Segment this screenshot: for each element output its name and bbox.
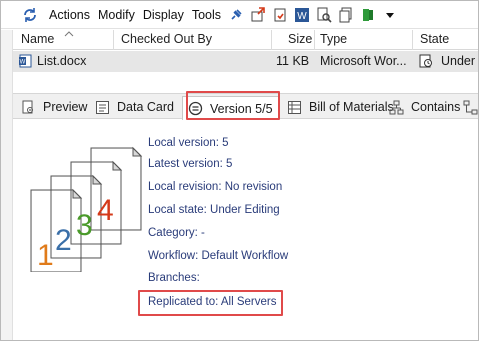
left-gutter	[1, 30, 13, 340]
size-cell: 11 KB	[276, 54, 310, 68]
tab-label: Version 5/5	[210, 101, 273, 116]
checkout-icon[interactable]	[249, 6, 267, 24]
branches-label: Branches:	[148, 272, 200, 284]
tab-where-used[interactable]	[463, 97, 478, 117]
menu-modify[interactable]: Modify	[94, 8, 139, 22]
file-name-cell: List.docx	[37, 54, 87, 68]
refresh-icon[interactable]	[21, 6, 39, 24]
local-revision-label: Local revision: No revision	[148, 181, 283, 193]
version-number-3: 3	[76, 209, 93, 242]
tab-data-card[interactable]: Data Card	[95, 97, 174, 117]
tab-version[interactable]: Version 5/5	[182, 96, 279, 120]
file-copy-icon[interactable]	[337, 6, 355, 24]
tab-label: Bill of Materials	[309, 100, 394, 114]
details-tab-bar: Preview Data Card Version 5/5 Bill of Ma…	[13, 93, 478, 120]
tab-label: Data Card	[117, 100, 174, 114]
replicated-to-label: Replicated to: All Servers	[148, 296, 277, 308]
column-separator[interactable]	[113, 30, 114, 50]
menu-tools[interactable]: Tools	[188, 8, 225, 22]
column-header-size[interactable]: Size	[288, 32, 312, 46]
svg-text:W: W	[297, 11, 307, 22]
tab-label: Preview	[43, 100, 88, 114]
version-number-2: 2	[55, 224, 72, 257]
column-separator[interactable]	[314, 30, 315, 50]
word-icon[interactable]: W	[293, 6, 311, 24]
workflow-label: Workflow: Default Workflow	[148, 250, 289, 262]
column-header-type[interactable]: Type	[320, 32, 347, 46]
bill-of-materials-icon	[287, 100, 302, 115]
tab-contains[interactable]: Contains	[389, 97, 460, 117]
version-details-panel: 1 2 3 4 Local version: 5 Latest version:…	[13, 120, 478, 340]
category-label: Category: -	[148, 227, 205, 239]
tab-preview[interactable]: Preview	[21, 97, 87, 117]
menu-bar: Actions Modify Display Tools W	[1, 1, 478, 29]
column-header-checked-out-by[interactable]: Checked Out By	[121, 32, 212, 46]
state-cell: Under E	[441, 54, 478, 68]
checkin-icon[interactable]	[271, 6, 289, 24]
sort-ascending-icon	[64, 26, 74, 40]
file-search-icon[interactable]	[315, 6, 333, 24]
version-stack-illustration: 1 2 3 4	[25, 132, 155, 275]
green-book-icon[interactable]	[359, 6, 377, 24]
menu-display[interactable]: Display	[139, 8, 188, 22]
local-state-label: Local state: Under Editing	[148, 204, 280, 216]
column-separator[interactable]	[271, 30, 272, 50]
preview-icon	[21, 100, 36, 115]
local-version-label: Local version: 5	[148, 137, 229, 149]
state-icon	[419, 54, 433, 71]
file-list-header: Name Checked Out By Size Type State	[13, 30, 478, 50]
tab-label: Contains	[411, 100, 461, 114]
dropdown-arrow-icon[interactable]	[381, 6, 399, 24]
pdm-explorer-window: Actions Modify Display Tools W Name Chec…	[0, 0, 479, 341]
where-used-icon	[463, 100, 478, 115]
data-card-icon	[95, 100, 110, 115]
type-cell: Microsoft Wor...	[320, 54, 407, 68]
column-separator[interactable]	[412, 30, 413, 50]
svg-text:W: W	[20, 60, 26, 66]
table-row[interactable]: W List.docx 11 KB Microsoft Wor... Under…	[13, 51, 478, 72]
version-number-1: 1	[37, 239, 54, 272]
version-number-4: 4	[97, 194, 114, 227]
latest-version-label: Latest version: 5	[148, 158, 233, 170]
menu-actions[interactable]: Actions	[45, 8, 94, 22]
column-header-state[interactable]: State	[420, 32, 449, 46]
hierarchy-icon	[389, 100, 404, 115]
pin-icon[interactable]	[227, 6, 245, 24]
version-icon	[188, 101, 203, 116]
tab-bill-of-materials[interactable]: Bill of Materials	[287, 97, 394, 117]
word-file-icon: W	[19, 54, 32, 71]
column-header-name[interactable]: Name	[21, 32, 54, 46]
